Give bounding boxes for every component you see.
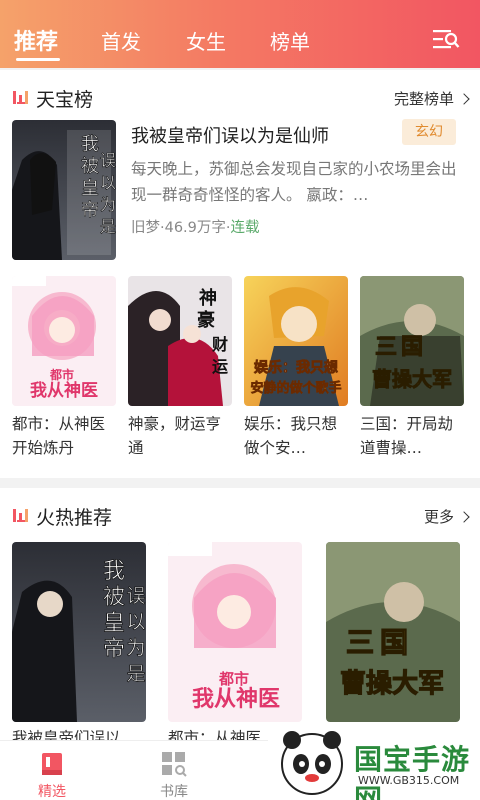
svg-text:是: 是 xyxy=(126,663,145,685)
svg-text:都市: 都市 xyxy=(218,670,249,688)
svg-text:三: 三 xyxy=(375,334,397,360)
active-tab-indicator xyxy=(16,58,60,61)
book-cover[interactable]: 我 被 皇 帝 误 以 为 是 xyxy=(12,542,146,722)
tab-recommend[interactable]: 推荐 xyxy=(14,24,58,56)
book-title[interactable]: 都市：从神医开始炼丹 xyxy=(12,412,116,460)
chevron-right-icon xyxy=(458,511,470,523)
book-title[interactable]: 娱乐：我只想做个安… xyxy=(244,412,348,460)
svg-text:豪: 豪 xyxy=(197,309,215,331)
svg-text:神: 神 xyxy=(199,287,217,309)
tianbao-header: 天宝榜 完整榜单 xyxy=(12,70,470,124)
svg-text:是: 是 xyxy=(100,217,116,236)
top-header: 推荐 首发 女生 榜单 xyxy=(0,0,480,68)
more-label: 更多 xyxy=(423,508,454,526)
svg-text:被: 被 xyxy=(103,585,125,610)
section-title: 天宝榜 xyxy=(36,89,94,111)
svg-text:我从神医: 我从神医 xyxy=(192,686,280,712)
book-cover[interactable]: 神 豪 财 运 xyxy=(128,276,232,406)
book-status: 连载 xyxy=(230,220,260,236)
svg-text:都市: 都市 xyxy=(49,367,74,382)
book-cover[interactable]: 三 国 曹操大军 xyxy=(326,542,460,722)
watermark-url: WWW.GB315.COM xyxy=(358,774,460,787)
svg-text:被: 被 xyxy=(81,156,99,177)
chevron-right-icon xyxy=(458,93,470,105)
svg-text:以: 以 xyxy=(100,173,116,192)
nav-library[interactable]: 书库 xyxy=(134,741,214,800)
section-title: 火热推荐 xyxy=(36,507,113,529)
featured-book-description: 每天晚上，苏御总会发现自己家的小农场里会出现一群奇奇怪怪的客人。 嬴政：… xyxy=(131,160,457,204)
svg-text:皇: 皇 xyxy=(103,611,125,636)
tab-female[interactable]: 女生 xyxy=(186,26,226,55)
nav-featured[interactable]: 精选 xyxy=(12,741,92,800)
book-author: 旧梦 xyxy=(131,220,160,236)
full-ranking-link[interactable]: 完整榜单 xyxy=(393,88,470,109)
svg-text:国: 国 xyxy=(380,626,408,659)
watermark-name: 国宝手游网 xyxy=(354,743,471,800)
svg-text:安静的做个歌手: 安静的做个歌手 xyxy=(250,380,341,396)
book-cover[interactable]: 三 国 曹操大军 xyxy=(360,276,464,406)
book-icon xyxy=(42,753,62,775)
svg-text:我: 我 xyxy=(81,134,99,155)
rank-bars-icon xyxy=(13,91,28,104)
svg-text:帝: 帝 xyxy=(103,637,125,662)
featured-book-cover[interactable]: 我 被 皇 帝 误 以 为 是 xyxy=(12,120,116,260)
featured-book-meta: 旧梦·46.9万字·连载 xyxy=(131,216,260,237)
svg-text:帝: 帝 xyxy=(81,200,99,221)
tab-first-release[interactable]: 首发 xyxy=(101,26,141,55)
book-cover[interactable]: 娱乐：我只想 安静的做个歌手 xyxy=(244,276,348,406)
svg-text:误: 误 xyxy=(100,151,116,170)
svg-text:曹操大军: 曹操大军 xyxy=(372,367,452,391)
featured-book-title[interactable]: 我被皇帝们误以为是仙师 xyxy=(131,122,329,148)
rank-bars-icon xyxy=(13,509,28,522)
svg-text:为: 为 xyxy=(126,637,145,659)
full-ranking-label: 完整榜单 xyxy=(393,90,454,108)
nav-label: 书库 xyxy=(160,784,188,800)
svg-text:曹操大军: 曹操大军 xyxy=(340,669,444,699)
library-grid-icon xyxy=(162,752,187,777)
search-list-icon[interactable] xyxy=(432,28,460,50)
svg-text:娱乐：我只想: 娱乐：我只想 xyxy=(254,359,338,376)
svg-text:运: 运 xyxy=(212,357,228,376)
tab-rankings[interactable]: 榜单 xyxy=(270,26,310,55)
book-cover[interactable]: 都市 我从神医 xyxy=(12,276,116,406)
book-word-count: 46.9万字 xyxy=(164,220,226,236)
svg-text:我: 我 xyxy=(103,559,125,584)
book-title[interactable]: 神豪，财运亨通 xyxy=(128,412,232,460)
svg-text:国: 国 xyxy=(401,334,423,360)
svg-text:以: 以 xyxy=(126,611,145,633)
book-cover[interactable]: 都市 我从神医 xyxy=(168,542,302,722)
svg-text:三: 三 xyxy=(346,626,374,659)
genre-badge: 玄幻 xyxy=(402,119,456,145)
nav-label: 精选 xyxy=(38,784,66,800)
more-link[interactable]: 更多 xyxy=(423,506,470,527)
hot-header: 火热推荐 更多 xyxy=(12,488,470,542)
book-title[interactable]: 三国：开局劫道曹操… xyxy=(360,412,464,460)
watermark-logo: 国宝手游网 WWW.GB315.COM xyxy=(268,722,480,800)
svg-text:为: 为 xyxy=(100,195,116,214)
svg-text:误: 误 xyxy=(126,585,145,607)
svg-text:皇: 皇 xyxy=(81,178,99,199)
svg-text:财: 财 xyxy=(211,335,228,354)
svg-text:我从神医: 我从神医 xyxy=(30,380,98,401)
